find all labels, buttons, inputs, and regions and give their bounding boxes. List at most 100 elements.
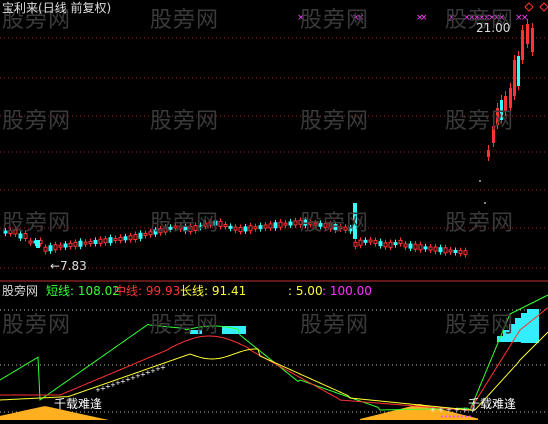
candle-body — [108, 237, 113, 244]
signal-dot: + — [160, 363, 166, 371]
candle-body — [118, 236, 123, 241]
candle-body — [378, 241, 383, 247]
signal-dot: • — [468, 413, 472, 421]
candle-body — [521, 30, 524, 60]
candle-body — [218, 220, 223, 227]
candle-body — [513, 60, 516, 96]
candle-body — [28, 240, 33, 244]
high-level-readout: : 100.00 — [322, 284, 372, 298]
candle-body — [93, 239, 98, 244]
candle-body — [383, 242, 388, 248]
watermark: 股旁网 — [300, 109, 370, 134]
candle-body — [73, 241, 78, 247]
watermark: 股旁网 — [445, 211, 515, 236]
candle-body — [133, 234, 138, 240]
watermark: 股旁网 — [2, 211, 72, 236]
candle-body — [243, 226, 248, 232]
candle-body — [83, 241, 88, 245]
candle-body — [433, 246, 438, 252]
short-line-readout: 短线: 108.02 — [46, 284, 120, 298]
watermark: 股旁网 — [445, 109, 515, 134]
candle-body — [283, 222, 288, 226]
candle-body — [423, 246, 428, 250]
candle-body — [526, 24, 529, 44]
long-line-readout: 长线: 91.41 — [180, 284, 247, 298]
candle-body — [263, 224, 268, 229]
watermark: 股旁网 — [150, 211, 220, 236]
candle-body — [228, 225, 233, 229]
watermark: 股旁网 — [2, 109, 72, 134]
candle-body — [358, 239, 363, 246]
candle-body — [88, 241, 93, 245]
low-price-label: ←7.83 — [50, 259, 87, 273]
watermark: 股旁网 — [2, 313, 72, 338]
high-price-label: 21.00 — [476, 21, 511, 35]
candle-body — [268, 223, 273, 229]
candle-body — [258, 225, 263, 230]
candle-body — [453, 249, 458, 253]
candle-body — [123, 236, 128, 241]
watermark: 股旁网 — [300, 211, 370, 236]
candle-body — [448, 249, 453, 253]
candle-body — [517, 56, 520, 86]
candle-body — [418, 244, 423, 251]
candle-body — [68, 242, 73, 247]
watermark: 股旁网 — [150, 109, 220, 134]
candle-body — [253, 226, 258, 230]
candle-body — [78, 240, 83, 247]
candle-body — [98, 238, 103, 244]
candle-body — [438, 247, 443, 253]
low-level-readout: : 5.00 — [288, 284, 323, 298]
candle-body — [43, 246, 48, 252]
candle-body — [388, 241, 393, 248]
candle-body — [531, 28, 534, 52]
candle-body — [487, 150, 490, 157]
candle-body — [413, 243, 418, 250]
candle-body — [223, 224, 228, 228]
mid-line-readout: 中线: 99.93 — [114, 284, 181, 298]
stock-title: 宝利来(日线 前复权) — [2, 1, 111, 15]
candle-body — [428, 246, 433, 251]
signal-dot: + — [430, 406, 436, 414]
diamond-marker — [524, 2, 534, 12]
candle-body — [293, 220, 298, 226]
candle-body — [398, 239, 403, 244]
signal-marker: × — [420, 13, 428, 23]
candle-body — [408, 243, 413, 249]
candle-body — [288, 221, 293, 226]
signal-annotation: 千载难逢 — [54, 397, 103, 411]
stock-name: 宝利来 — [2, 1, 39, 15]
candle-body — [63, 243, 68, 248]
candle-body — [128, 235, 133, 241]
top-fill-area — [527, 309, 533, 343]
signal-marker: × — [521, 13, 529, 23]
candle-body — [363, 239, 368, 243]
candle-body — [368, 239, 373, 243]
candle-body — [248, 225, 253, 232]
candle-body — [273, 222, 278, 229]
candle-body — [36, 240, 40, 248]
indicator-name: 股旁网 — [2, 284, 39, 298]
candle-body — [113, 238, 118, 242]
candle-body — [233, 226, 238, 231]
candle-body — [403, 243, 408, 248]
candle-body — [138, 232, 143, 239]
candle-body — [58, 244, 63, 248]
adjust-mode: (日线 前复权) — [38, 1, 112, 15]
candle-body — [373, 240, 378, 245]
candle-body — [443, 247, 448, 254]
candle-body — [238, 227, 243, 233]
watermark: 股旁网 — [445, 313, 515, 338]
candle-body — [353, 241, 358, 247]
candle-body — [48, 245, 53, 252]
candle-body — [458, 250, 463, 255]
top-fill-area — [533, 309, 539, 343]
candle-body — [393, 242, 398, 246]
candle-body — [53, 244, 58, 251]
diamond-marker — [539, 2, 548, 12]
watermark: 股旁网 — [300, 8, 370, 33]
candle-body — [463, 250, 468, 256]
watermark: 股旁网 — [150, 8, 220, 33]
candle-body — [278, 221, 283, 228]
watermark: 股旁网 — [150, 313, 220, 338]
